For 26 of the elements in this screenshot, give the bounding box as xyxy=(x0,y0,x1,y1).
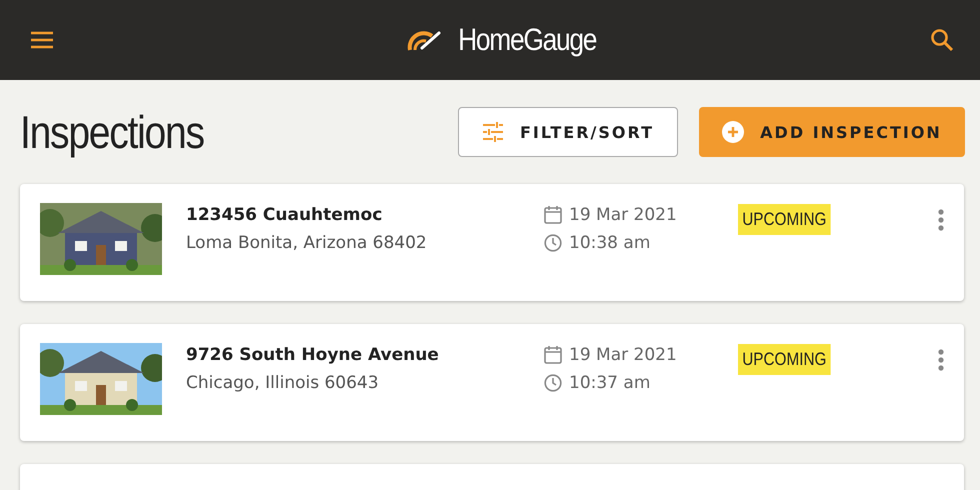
calendar-icon xyxy=(544,346,562,364)
add-inspection-button[interactable]: ADD INSPECTION xyxy=(699,107,965,157)
inspection-time: 10:38 am xyxy=(569,233,650,253)
inspection-card[interactable]: 9726 South Hoyne Avenue Chicago, Illinois 60643 19 Mar 2021 10:37 am UPCOMING xyxy=(20,324,964,441)
street-address: 123456 Cuauhtemoc xyxy=(186,205,384,225)
filter-sort-button[interactable]: FILTER/SORT xyxy=(458,107,678,157)
calendar-icon xyxy=(544,206,562,224)
sliders-icon xyxy=(482,122,504,142)
clock-icon xyxy=(544,234,562,252)
search-icon[interactable] xyxy=(930,28,954,52)
inspection-time: 10:37 am xyxy=(569,373,650,393)
clock-icon xyxy=(544,374,562,392)
street-address: 9726 South Hoyne Avenue xyxy=(186,345,440,365)
inspection-date: 19 Mar 2021 xyxy=(569,205,677,225)
status-badge: UPCOMING xyxy=(738,204,831,235)
city-address: Loma Bonita, Arizona 68402 xyxy=(186,233,428,253)
more-options-icon[interactable] xyxy=(938,209,944,231)
inspection-card[interactable]: 123456 Cuauhtemoc Loma Bonita, Arizona 68402 19 Mar 2021 10:38 am UPCOMING xyxy=(20,184,964,301)
plus-circle-icon xyxy=(722,121,744,143)
menu-icon[interactable] xyxy=(30,31,54,49)
logo-text: HomeGauge xyxy=(458,22,596,58)
status-badge: UPCOMING xyxy=(738,344,831,375)
more-options-icon[interactable] xyxy=(938,349,944,371)
page-title: Inspections xyxy=(20,105,204,159)
inspection-date: 19 Mar 2021 xyxy=(569,345,677,365)
city-address: Chicago, Illinois 60643 xyxy=(186,373,380,393)
